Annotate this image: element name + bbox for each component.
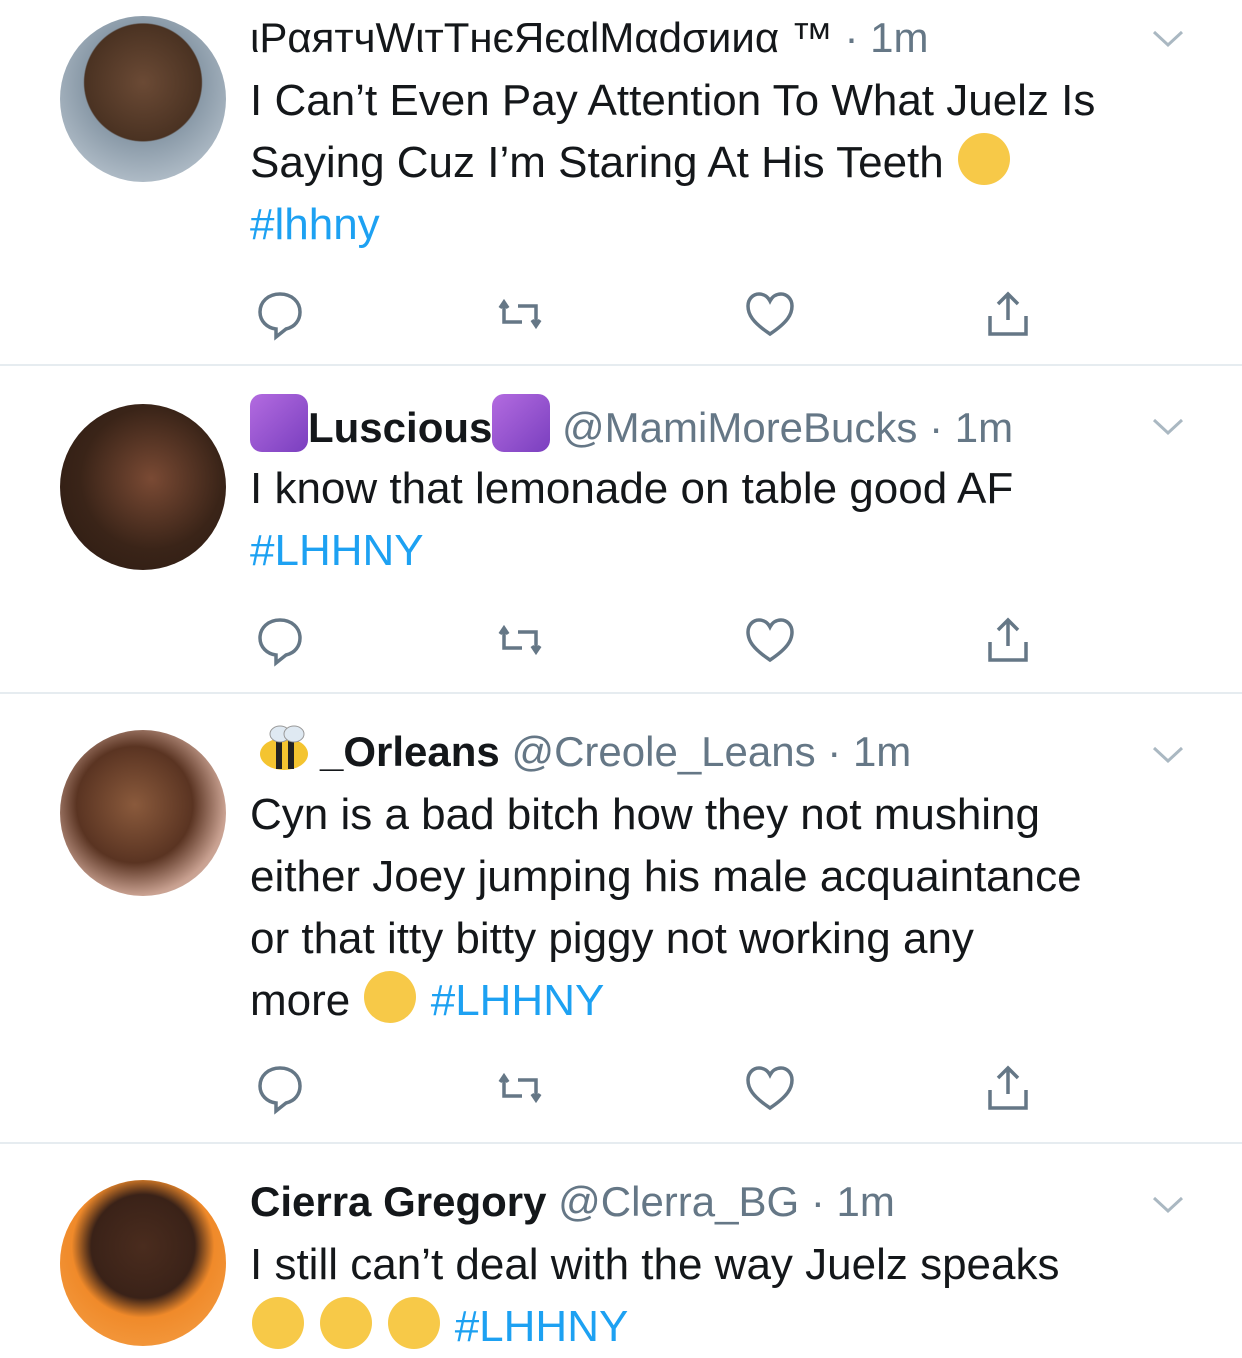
retweet-icon[interactable] xyxy=(490,610,550,670)
display-name[interactable]: Luscious xyxy=(308,404,492,451)
tweet-text: Cyn is a bad bitch how they not mushing … xyxy=(250,784,1182,1032)
cancer-zodiac-icon xyxy=(250,394,308,452)
share-icon[interactable] xyxy=(978,284,1038,344)
avatar[interactable] xyxy=(60,404,226,570)
hashtag-link[interactable]: #LHHNY xyxy=(250,526,424,575)
reply-icon[interactable] xyxy=(250,1058,310,1118)
text-line: I know that lemonade on table good AF xyxy=(250,464,1014,513)
tweet-text: I know that lemonade on table good AF #L… xyxy=(250,458,1182,582)
hashtag-link[interactable]: #LHHNY xyxy=(455,1302,629,1351)
timestamp[interactable]: 1m xyxy=(955,404,1013,451)
avatar[interactable] xyxy=(60,16,226,182)
tweet-1[interactable]: ιPαятчWιтTнєЯєαlMαdσииα ™ · 1m I Can’t E… xyxy=(0,0,1242,366)
timestamp[interactable]: 1m xyxy=(837,1178,895,1225)
separator-dot: · xyxy=(827,728,842,775)
like-heart-icon[interactable] xyxy=(740,284,800,344)
text-line-with-emoji: Saying Cuz I’m Staring At His Teeth xyxy=(250,132,1182,194)
retweet-icon[interactable] xyxy=(490,1058,550,1118)
tweet-text: I Can’t Even Pay Attention To What Juelz… xyxy=(250,70,1182,256)
emoji-line: #LHHNY xyxy=(250,1296,1182,1358)
text-line: or that itty bitty piggy not working any xyxy=(250,914,974,963)
chevron-down-icon[interactable] xyxy=(1150,1190,1186,1218)
eye-roll-emoji xyxy=(364,971,417,1023)
handle[interactable]: @Clerra_BG xyxy=(558,1178,799,1225)
timestamp[interactable]: 1m xyxy=(870,14,928,61)
reply-icon[interactable] xyxy=(250,610,310,670)
retweet-icon[interactable] xyxy=(490,284,550,344)
tears-of-joy-emoji xyxy=(957,133,1010,185)
confounded-emoji xyxy=(320,1297,373,1349)
separator-dot: · xyxy=(844,14,859,61)
text-line: I still can’t deal with the way Juelz sp… xyxy=(250,1240,1060,1289)
separator-dot: · xyxy=(929,404,944,451)
cancer-zodiac-icon xyxy=(492,394,551,452)
display-name[interactable]: ιPαятчWιтTнєЯєαlMαdσииα ™ xyxy=(250,14,833,61)
share-icon[interactable] xyxy=(978,1058,1038,1118)
reply-icon[interactable] xyxy=(250,284,310,344)
text-line: more xyxy=(250,976,351,1025)
avatar[interactable] xyxy=(60,1180,226,1346)
confounded-emoji xyxy=(252,1297,304,1349)
text-line: Cyn is a bad bitch how they not mushing xyxy=(250,790,1041,839)
bee-emoji xyxy=(250,722,320,774)
text-line: either Joey jumping his male acquaintanc… xyxy=(250,852,1082,901)
handle[interactable]: @MamiMoreBucks xyxy=(562,404,917,451)
confounded-emoji xyxy=(388,1297,441,1349)
text-line: I Can’t Even Pay Attention To What Juelz… xyxy=(250,76,1096,125)
timestamp[interactable]: 1m xyxy=(853,728,911,775)
tweet-text: I still can’t deal with the way Juelz sp… xyxy=(250,1234,1182,1358)
chevron-down-icon[interactable] xyxy=(1150,412,1186,440)
separator-dot: · xyxy=(810,1178,825,1225)
text-line: Saying Cuz I’m Staring At His Teeth xyxy=(250,138,944,187)
share-icon[interactable] xyxy=(978,610,1038,670)
chevron-down-icon[interactable] xyxy=(1150,24,1186,52)
like-heart-icon[interactable] xyxy=(740,1058,800,1118)
display-name[interactable]: _Orleans xyxy=(320,728,500,775)
tweet-3[interactable]: _Orleans @Creole_Leans · 1m Cyn is a bad… xyxy=(0,694,1242,1144)
display-name[interactable]: Cierra Gregory xyxy=(250,1178,546,1225)
hashtag-link[interactable]: #LHHNY xyxy=(431,976,605,1025)
handle[interactable]: @Creole_Leans xyxy=(511,728,815,775)
hashtag-link[interactable]: #lhhny xyxy=(250,200,380,249)
chevron-down-icon[interactable] xyxy=(1150,740,1186,768)
text-line-with-emoji: more #LHHNY xyxy=(250,970,1182,1032)
like-heart-icon[interactable] xyxy=(740,610,800,670)
tweet-2[interactable]: Luscious @MamiMoreBucks · 1m I know that… xyxy=(0,366,1242,694)
tweet-4[interactable]: Cierra Gregory @Clerra_BG · 1m I still c… xyxy=(0,1144,1242,1357)
avatar[interactable] xyxy=(60,730,226,896)
